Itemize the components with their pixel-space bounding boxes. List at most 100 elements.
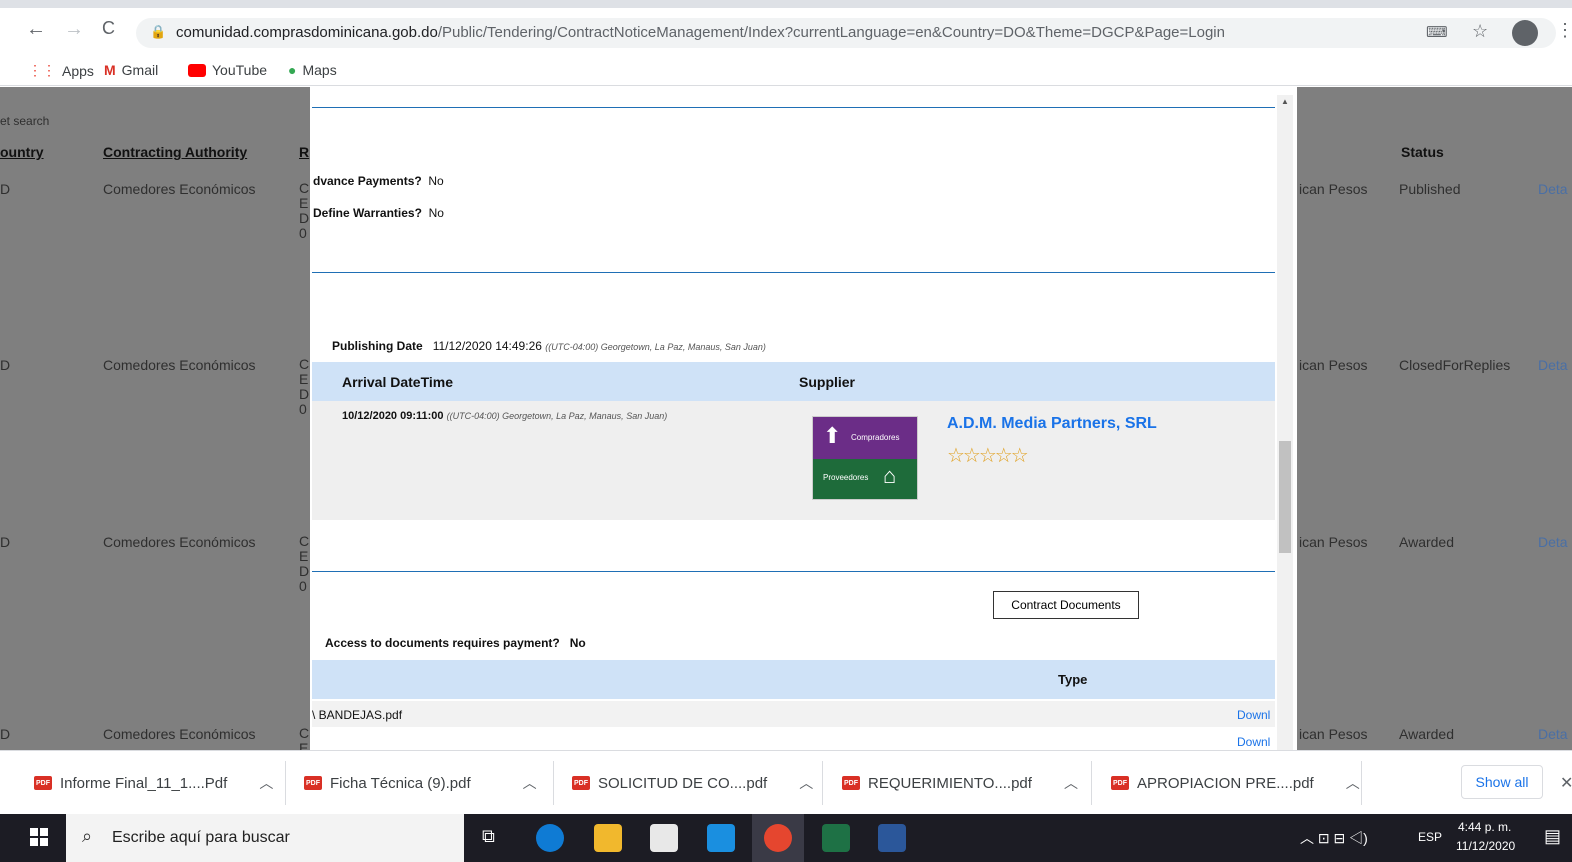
mail-icon[interactable] (707, 824, 735, 852)
pdf-icon: PDF (842, 776, 860, 790)
truncated-col: CED0 (299, 180, 310, 241)
url-text: comunidad.comprasdominicana.gob.do/Publi… (176, 24, 1225, 41)
file-explorer-icon[interactable] (594, 824, 622, 852)
taskbar: ⌕ Escribe aquí para buscar ⧉ ︿ ⊡ ⊟ ◁) ES… (0, 814, 1572, 862)
show-all-button[interactable]: Show all (1461, 765, 1543, 799)
tab-strip (0, 0, 1572, 8)
scroll-up-icon[interactable]: ▲ (1281, 97, 1289, 106)
download-item[interactable]: PDF Informe Final_11_1....Pdf ︿ (34, 773, 273, 793)
download-item[interactable]: PDF REQUERIMIENTO....pdf ︿ (842, 773, 1078, 793)
chevron-up-icon[interactable]: ︿ (1346, 773, 1360, 793)
download-link[interactable]: Downl (1237, 735, 1270, 749)
download-item[interactable]: PDF Ficha Técnica (9).pdf ︿ (304, 773, 537, 793)
download-item[interactable]: PDF SOLICITUD DE CO....pdf ︿ (572, 773, 813, 793)
contract-details-modal: dvance Payments? No Define Warranties? N… (310, 87, 1297, 750)
table-row: Downl (312, 728, 1275, 750)
bookmark-gmail[interactable]: M Gmail (104, 62, 158, 78)
col-type: Type (1058, 672, 1088, 687)
header-r[interactable]: R (299, 144, 309, 160)
system-tray-icons[interactable]: ︿ ⊡ ⊟ ◁) (1300, 828, 1368, 848)
arrival-datetime: 10/12/2020 09:11:00 ((UTC-04:00) Georget… (342, 410, 668, 422)
contract-documents-tab[interactable]: Contract Documents (993, 591, 1139, 619)
forward-icon[interactable]: → (64, 18, 84, 41)
profile-icon[interactable] (1512, 20, 1538, 46)
taskbar-search[interactable]: ⌕ Escribe aquí para buscar (66, 814, 464, 862)
details-link[interactable]: Deta (1538, 357, 1568, 373)
divider (312, 107, 1275, 108)
back-icon[interactable]: ← (26, 18, 46, 41)
chevron-up-icon[interactable]: ︿ (799, 773, 813, 793)
status-badge: ClosedForReplies (1399, 357, 1511, 373)
header-status: Status (1401, 144, 1444, 160)
modal-scrollbar[interactable]: ▲ (1277, 95, 1293, 750)
clock-time[interactable]: 4:44 p. m. (1458, 820, 1511, 834)
excel-icon[interactable] (822, 824, 850, 852)
supplier-name-link[interactable]: A.D.M. Media Partners, SRL (947, 415, 1157, 433)
language-indicator[interactable]: ESP (1418, 830, 1442, 844)
word-icon[interactable] (878, 824, 906, 852)
downloads-bar: PDF Informe Final_11_1....Pdf ︿ PDF Ficha T… (0, 750, 1572, 814)
replies-table-header: Arrival DateTime Supplier (312, 362, 1275, 401)
star-icon[interactable]: ☆ (1472, 21, 1488, 42)
supplier-logo: ⬆ Compradores Proveedores ⌂ (812, 416, 918, 500)
publishing-date: Publishing Date 11/12/2020 14:49:26 ((UT… (332, 339, 766, 353)
close-icon[interactable]: ✕ (1560, 773, 1572, 793)
house-icon: ⌂ (883, 463, 897, 488)
table-row: \ BANDEJAS.pdf Downl (312, 701, 1275, 727)
status-badge: Awarded (1399, 534, 1455, 550)
edge-icon[interactable] (536, 824, 564, 852)
divider (312, 272, 1275, 273)
table-row: 10/12/2020 09:11:00 ((UTC-04:00) Georget… (312, 401, 1275, 520)
scrollbar-thumb[interactable] (1279, 441, 1291, 553)
details-link[interactable]: Deta (1538, 534, 1568, 550)
task-view-icon[interactable]: ⧉ (482, 826, 495, 847)
access-documents-payment: Access to documents requires payment? No (325, 636, 586, 650)
pdf-icon: PDF (572, 776, 590, 790)
chrome-icon[interactable] (764, 824, 792, 852)
details-link[interactable]: Deta (1538, 726, 1568, 742)
col-arrival-datetime: Arrival DateTime (342, 374, 454, 390)
lock-icon: 🔒 (150, 24, 167, 39)
notifications-icon[interactable]: ▤ (1544, 826, 1561, 847)
address-bar[interactable]: 🔒 comunidad.comprasdominicana.gob.do/Pub… (136, 18, 1556, 48)
clock-date[interactable]: 11/12/2020 (1456, 839, 1515, 853)
windows-start-icon[interactable] (30, 828, 48, 846)
bookmark-maps[interactable]: ● Maps (288, 62, 337, 78)
header-contracting-authority[interactable]: Contracting Authority (103, 144, 247, 160)
document-name: \ BANDEJAS.pdf (312, 708, 403, 722)
truncated-col: CE (299, 725, 310, 751)
advance-payments-label: dvance Payments? No (313, 174, 444, 188)
details-link[interactable]: Deta (1538, 181, 1568, 197)
truncated-col: CED0 (299, 356, 310, 417)
define-warranties-label: Define Warranties? No (313, 206, 444, 220)
chevron-up-icon[interactable]: ︿ (1064, 773, 1078, 793)
divider (312, 571, 1275, 572)
download-link[interactable]: Downl (1237, 708, 1270, 722)
download-item[interactable]: PDF APROPIACION PRE....pdf ︿ (1111, 773, 1360, 793)
menu-icon[interactable]: ⋮ (1556, 20, 1572, 41)
apps-grid-icon: ⋮⋮ (28, 62, 56, 78)
pdf-icon: PDF (304, 776, 322, 790)
browser-toolbar: ← → C 🔒 comunidad.comprasdominicana.gob.… (0, 0, 1572, 56)
bookmark-apps[interactable]: ⋮⋮ Apps (28, 62, 94, 79)
reset-search-link[interactable]: et search (0, 114, 49, 128)
arrow-up-icon: ⬆ (823, 423, 842, 448)
status-badge: Published (1399, 181, 1461, 197)
reload-icon[interactable]: C (102, 18, 115, 39)
status-badge: Awarded (1399, 726, 1455, 742)
chevron-up-icon[interactable]: ︿ (523, 773, 537, 793)
youtube-icon (188, 63, 206, 77)
rating-stars: ☆☆☆☆☆ (947, 445, 1029, 467)
search-icon: ⌕ (82, 826, 93, 846)
maps-pin-icon: ● (288, 62, 297, 78)
translate-icon[interactable]: ⌨ (1426, 23, 1448, 41)
bookmarks-bar: ⋮⋮ Apps M Gmail YouTube ● Maps (0, 56, 1572, 86)
documents-table-header: Type (312, 660, 1275, 699)
truncated-col: CED0 (299, 533, 310, 594)
pdf-icon: PDF (1111, 776, 1129, 790)
store-icon[interactable] (650, 824, 678, 852)
header-country[interactable]: ountry (0, 144, 44, 160)
col-supplier: Supplier (799, 374, 856, 390)
chevron-up-icon[interactable]: ︿ (259, 773, 273, 793)
bookmark-youtube[interactable]: YouTube (188, 62, 267, 78)
